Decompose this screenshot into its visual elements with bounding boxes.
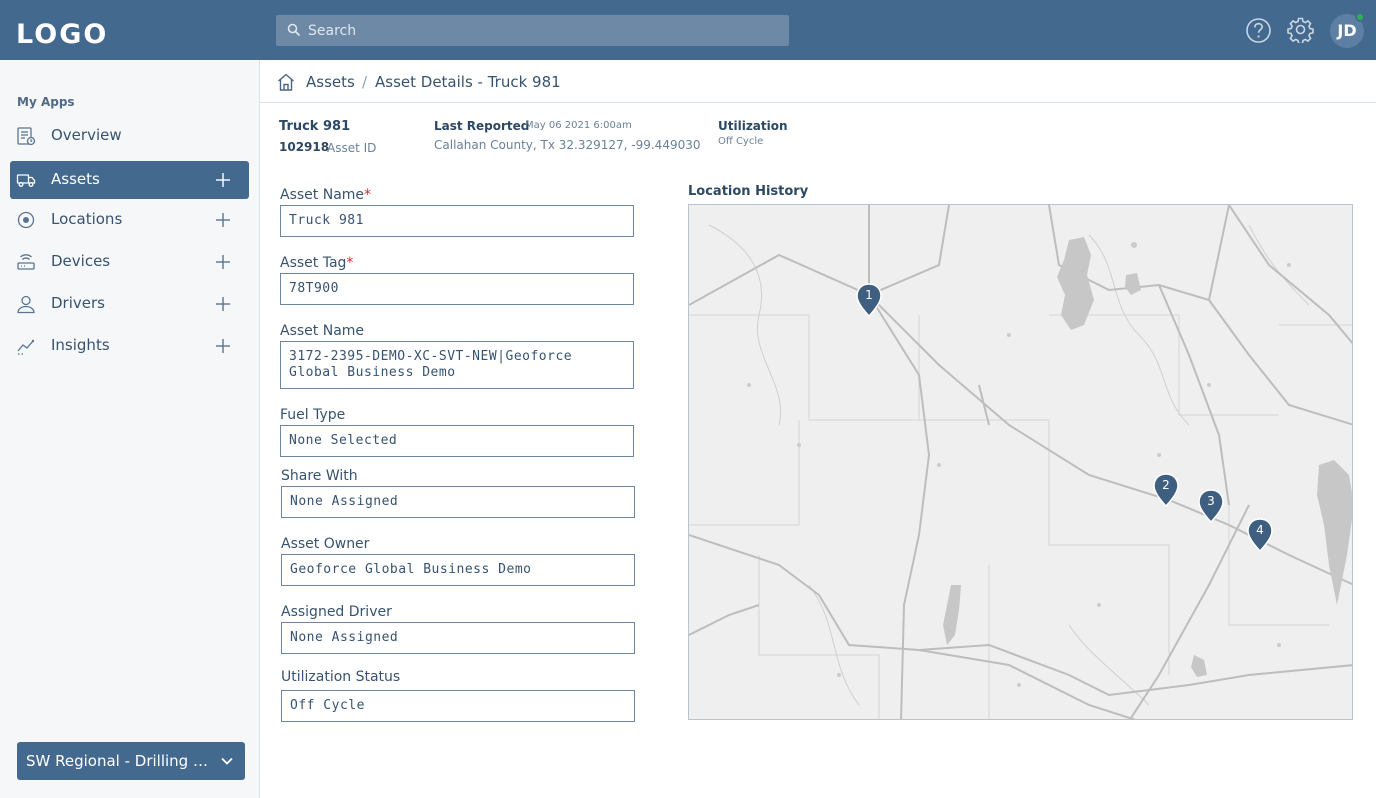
sidebar-item-label: Drivers (51, 294, 105, 312)
sidebar-item-locations[interactable]: Locations (10, 201, 249, 239)
sidebar-item-label: Assets (51, 170, 100, 188)
logo[interactable]: LOGO (16, 19, 108, 51)
breadcrumb-separator: / (362, 73, 368, 91)
location-history-map[interactable]: 1 2 3 4 (688, 204, 1353, 720)
breadcrumb-current: Asset Details - Truck 981 (375, 73, 561, 91)
assigned-driver-label: Assigned Driver (281, 604, 392, 620)
sidebar: My Apps Overview Assets Locations Device… (0, 60, 260, 798)
required-marker: * (346, 255, 354, 271)
pin-number: 1 (865, 288, 873, 302)
search-input[interactable] (308, 15, 778, 46)
user-icon (17, 295, 35, 314)
asset-tag-input[interactable]: 78T900 (280, 273, 634, 305)
search-icon (287, 23, 301, 37)
asset-owner-label: Asset Owner (281, 536, 370, 552)
asset-owner-select[interactable]: Geoforce Global Business Demo (281, 554, 635, 586)
breadcrumb-assets-link[interactable]: Assets (306, 73, 355, 91)
fuel-type-label: Fuel Type (280, 407, 346, 423)
asset-full-name-input[interactable]: 3172-2395-DEMO-XC-SVT-NEW|Geoforce Globa… (280, 341, 634, 389)
add-device-icon[interactable] (214, 253, 232, 271)
home-icon[interactable] (276, 72, 296, 92)
location-icon (17, 211, 35, 229)
online-status-indicator (1355, 12, 1365, 22)
asset-name-input[interactable]: Truck 981 (280, 205, 634, 237)
assigned-driver-select[interactable]: None Assigned (281, 622, 635, 654)
chart-line-icon (17, 339, 35, 355)
sidebar-item-label: Devices (51, 252, 111, 270)
map-background (689, 205, 1352, 719)
add-asset-icon[interactable] (214, 171, 232, 189)
top-bar: LOGO JD (0, 0, 1376, 60)
utilization-label: Utilization (718, 119, 788, 133)
location-history-title: Location History (688, 184, 809, 199)
share-with-select[interactable]: None Assigned (281, 486, 635, 518)
pin-number: 3 (1207, 494, 1215, 508)
organization-select[interactable]: SW Regional - Drilling Operations (17, 742, 245, 780)
add-location-icon[interactable] (214, 211, 232, 229)
sidebar-item-overview[interactable]: Overview (10, 117, 249, 155)
location-pin[interactable]: 3 (1198, 489, 1224, 523)
pin-number: 2 (1162, 478, 1170, 492)
asset-full-name-label: Asset Name (280, 323, 365, 339)
sidebar-item-label: Locations (51, 210, 123, 228)
truck-icon (16, 174, 36, 187)
add-driver-icon[interactable] (214, 295, 232, 313)
gear-icon[interactable] (1287, 16, 1314, 43)
location-pin[interactable]: 2 (1153, 473, 1179, 507)
asset-name-label: Asset Name* (280, 187, 372, 203)
location-pin[interactable]: 4 (1247, 518, 1273, 552)
sidebar-item-label: Insights (51, 336, 110, 354)
add-insight-icon[interactable] (214, 337, 232, 355)
asset-summary-id-label: Asset ID (327, 141, 377, 155)
last-reported-date: May 06 2021 6:00am (525, 120, 632, 131)
last-reported-location: Callahan County, Tx 32.329127, -99.44903… (434, 138, 701, 152)
chevron-down-icon (221, 757, 233, 765)
device-icon (17, 254, 35, 270)
required-marker: * (364, 187, 372, 203)
organization-select-value: SW Regional - Drilling Operations (26, 752, 214, 770)
sidebar-item-devices[interactable]: Devices (10, 243, 249, 281)
share-with-label: Share With (281, 468, 358, 484)
pin-number: 4 (1256, 523, 1264, 537)
asset-tag-label: Asset Tag* (280, 255, 354, 271)
section-label: My Apps (17, 95, 75, 109)
asset-summary-name: Truck 981 (279, 119, 351, 134)
overview-icon (17, 127, 36, 146)
fuel-type-select[interactable]: None Selected (280, 425, 634, 457)
sidebar-item-assets[interactable]: Assets (10, 161, 249, 199)
utilization-value: Off Cycle (718, 136, 764, 147)
location-pin[interactable]: 1 (856, 283, 882, 317)
help-icon[interactable] (1245, 17, 1272, 44)
search-box[interactable] (276, 15, 789, 46)
sidebar-item-drivers[interactable]: Drivers (10, 285, 249, 323)
sidebar-item-insights[interactable]: Insights (10, 327, 249, 365)
utilization-status-select[interactable]: Off Cycle (281, 690, 635, 722)
asset-summary-id: 102918 (279, 140, 330, 154)
last-reported-label: Last Reported (434, 119, 530, 133)
sidebar-item-label: Overview (51, 126, 122, 144)
utilization-status-label: Utilization Status (281, 669, 401, 685)
breadcrumb: Assets / Asset Details - Truck 981 (260, 60, 1376, 103)
